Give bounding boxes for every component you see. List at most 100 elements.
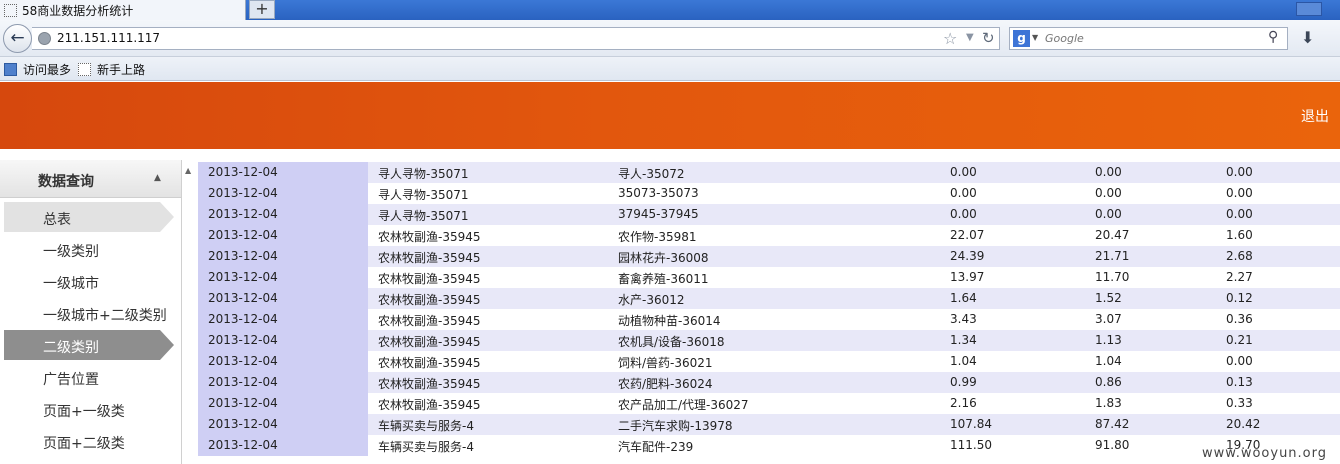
google-engine-icon[interactable]: g — [1013, 30, 1030, 47]
sidebar-item-page-level1[interactable]: 页面+一级类 — [4, 394, 174, 424]
table-row: 2013-12-04 农林牧副渔-35945 农药/肥料-36024 0.99 0.86… — [198, 372, 1340, 393]
value-cell-1: 0.00 — [950, 165, 977, 179]
value-cell-2: 91.80 — [1095, 438, 1130, 452]
sidebar-item-ad-position[interactable]: 广告位置 — [4, 362, 174, 392]
value-cell-2: 87.42 — [1095, 417, 1130, 431]
value-cell-3: 0.00 — [1226, 165, 1253, 179]
date-cell: 2013-12-04 — [208, 417, 278, 431]
table-row: 2013-12-04 寻人寻物-35071 35073-35073 0.00 0.00 0… — [198, 183, 1340, 204]
address-bar[interactable]: 211.151.111.117 ☆ ▼ ↻ — [32, 27, 1000, 50]
site-identity-icon[interactable] — [38, 32, 51, 45]
value-cell-2: 0.00 — [1095, 186, 1122, 200]
table-row: 2013-12-04 农林牧副渔-35945 农作物-35981 22.07 20.47… — [198, 225, 1340, 246]
level2-category-cell: 寻人-35072 — [618, 167, 685, 181]
reload-icon[interactable]: ↻ — [982, 29, 995, 47]
search-bar[interactable]: g ▼ Google ⚲ — [1009, 27, 1288, 50]
value-cell-3: 20.42 — [1226, 417, 1261, 431]
table-row: 2013-12-04 农林牧副渔-35945 农机具/设备-36018 1.34 1.1… — [198, 330, 1340, 351]
bookmark-getting-started[interactable]: 新手上路 — [78, 61, 145, 78]
search-input[interactable]: Google — [1045, 32, 1084, 45]
watermark-text: www.wooyun.org — [1202, 446, 1328, 461]
table-row: 2013-12-04 农林牧副渔-35945 畜禽养殖-36011 13.97 11.7… — [198, 267, 1340, 288]
level1-category-cell: 农林牧副渔-35945 — [378, 272, 481, 286]
value-cell-2: 11.70 — [1095, 270, 1130, 284]
sidebar-item-summary[interactable]: 总表 — [4, 202, 174, 232]
page-favicon-icon — [4, 3, 17, 17]
sidebar-item-label: 一级城市+二级类别 — [43, 308, 167, 324]
level1-category-cell: 农林牧副渔-35945 — [378, 293, 481, 307]
bookmarks-toolbar: 访问最多 新手上路 — [0, 57, 1340, 81]
value-cell-1: 1.64 — [950, 291, 977, 305]
bookmark-label: 访问最多 — [23, 63, 72, 77]
value-cell-2: 1.04 — [1095, 354, 1122, 368]
value-cell-3: 0.33 — [1226, 396, 1253, 410]
level2-category-cell: 农药/肥料-36024 — [618, 377, 713, 391]
logout-link[interactable]: 退出 — [1301, 106, 1329, 126]
value-cell-3: 0.00 — [1226, 186, 1253, 200]
value-cell-1: 13.97 — [950, 270, 985, 284]
value-cell-1: 0.00 — [950, 207, 977, 221]
value-cell-1: 24.39 — [950, 249, 985, 263]
date-cell: 2013-12-04 — [208, 438, 278, 452]
level2-category-cell: 二手汽车求购-13978 — [618, 419, 733, 433]
sidebar-header[interactable]: 数据查询 ▲ — [0, 160, 181, 198]
table-row: 2013-12-04 农林牧副渔-35945 饲料/兽药-36021 1.04 1.04… — [198, 351, 1340, 372]
level1-category-cell: 寻人寻物-35071 — [378, 188, 469, 202]
back-button[interactable]: ← — [3, 24, 32, 53]
level2-category-cell: 农产品加工/代理-36027 — [618, 398, 749, 412]
value-cell-1: 1.34 — [950, 333, 977, 347]
table-row: 2013-12-04 寻人寻物-35071 寻人-35072 0.00 0.00 0.00 — [198, 162, 1340, 183]
bookmark-star-icon[interactable]: ☆ — [943, 29, 957, 48]
table-row: 2013-12-04 车辆买卖与服务-4 二手汽车求购-13978 107.84 87.… — [198, 414, 1340, 435]
page-header-banner: 退出 — [0, 82, 1340, 149]
sidebar-item-label: 总表 — [43, 212, 71, 228]
sidebar-item-label: 二级类别 — [43, 340, 99, 356]
browser-tab[interactable]: 58商业数据分析统计 — [0, 0, 246, 20]
new-tab-button[interactable]: + — [249, 0, 275, 19]
level1-category-cell: 车辆买卖与服务-4 — [378, 419, 474, 433]
value-cell-2: 0.00 — [1095, 207, 1122, 221]
sidebar-item-page-level2[interactable]: 页面+二级类 — [4, 426, 174, 456]
date-cell: 2013-12-04 — [208, 291, 278, 305]
value-cell-3: 0.00 — [1226, 207, 1253, 221]
level2-category-cell: 35073-35073 — [618, 186, 699, 200]
download-icon[interactable]: ⬇ — [1301, 28, 1314, 47]
value-cell-2: 21.71 — [1095, 249, 1130, 263]
level1-category-cell: 农林牧副渔-35945 — [378, 356, 481, 370]
level1-category-cell: 农林牧副渔-35945 — [378, 314, 481, 328]
date-cell: 2013-12-04 — [208, 270, 278, 284]
engine-dropdown-icon[interactable]: ▼ — [1032, 33, 1038, 42]
table-row: 2013-12-04 农林牧副渔-35945 水产-36012 1.64 1.52 0.1… — [198, 288, 1340, 309]
history-dropdown-icon[interactable]: ▼ — [966, 32, 974, 43]
url-text[interactable]: 211.151.111.117 — [57, 31, 160, 45]
sidebar-item-level2-category[interactable]: 二级类别 — [4, 330, 174, 360]
sidebar-item-label: 一级城市 — [43, 276, 99, 292]
scroll-up-icon[interactable]: ▲ — [185, 166, 191, 175]
value-cell-3: 0.36 — [1226, 312, 1253, 326]
table-row: 2013-12-04 寻人寻物-35071 37945-37945 0.00 0.00 0… — [198, 204, 1340, 225]
value-cell-1: 111.50 — [950, 438, 992, 452]
value-cell-3: 0.00 — [1226, 354, 1253, 368]
table-row: 2013-12-04 农林牧副渔-35945 动植物种苗-36014 3.43 3.07… — [198, 309, 1340, 330]
value-cell-2: 20.47 — [1095, 228, 1130, 242]
sidebar-title: 数据查询 — [38, 174, 94, 190]
level2-category-cell: 37945-37945 — [618, 207, 699, 221]
window-control-button[interactable] — [1296, 2, 1322, 16]
level2-category-cell: 畜禽养殖-36011 — [618, 272, 709, 286]
sidebar-item-label: 一级类别 — [43, 244, 99, 260]
search-icon[interactable]: ⚲ — [1268, 29, 1278, 45]
level1-category-cell: 车辆买卖与服务-4 — [378, 440, 474, 454]
browser-tab-strip: 58商业数据分析统计 + — [0, 0, 1340, 20]
level2-category-cell: 饲料/兽药-36021 — [618, 356, 713, 370]
bookmark-label: 新手上路 — [97, 63, 146, 77]
value-cell-3: 2.68 — [1226, 249, 1253, 263]
value-cell-1: 2.16 — [950, 396, 977, 410]
bookmark-most-visited[interactable]: 访问最多 — [4, 61, 71, 78]
level1-category-cell: 寻人寻物-35071 — [378, 167, 469, 181]
date-cell: 2013-12-04 — [208, 375, 278, 389]
sidebar-item-level1-category[interactable]: 一级类别 — [4, 234, 174, 264]
sidebar-item-city-plus-level2[interactable]: 一级城市+二级类别 — [4, 298, 174, 328]
level2-category-cell: 园林花卉-36008 — [618, 251, 709, 265]
sidebar-item-level1-city[interactable]: 一级城市 — [4, 266, 174, 296]
collapse-triangle-icon[interactable]: ▲ — [154, 173, 161, 183]
